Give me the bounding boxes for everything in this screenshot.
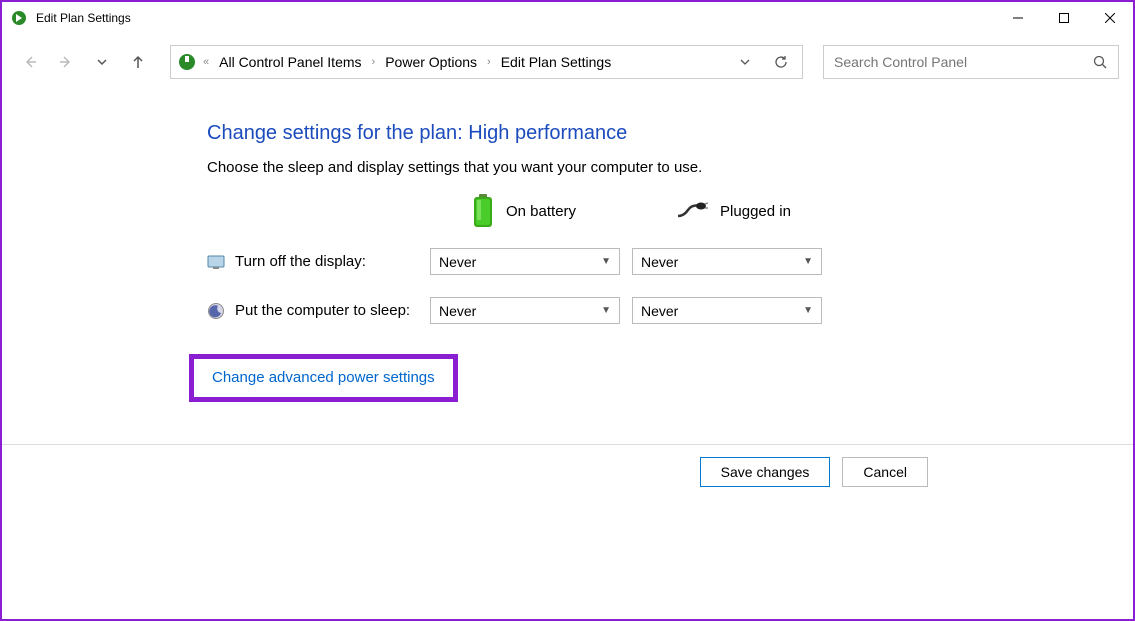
select-value: Never: [641, 303, 678, 319]
select-value: Never: [641, 254, 678, 270]
on-battery-label: On battery: [506, 203, 576, 220]
power-options-icon: [177, 52, 197, 72]
navigation-bar: « All Control Panel Items › Power Option…: [2, 34, 1133, 90]
setting-row-sleep: Put the computer to sleep: Never ▼ Never…: [207, 297, 1133, 324]
save-button[interactable]: Save changes: [700, 457, 831, 487]
search-icon[interactable]: [1093, 55, 1108, 70]
page-heading: Change settings for the plan: High perfo…: [207, 122, 1133, 145]
search-input[interactable]: [834, 54, 1093, 70]
sleep-icon: [207, 302, 225, 320]
setting-row-display: Turn off the display: Never ▼ Never ▼: [207, 248, 1133, 275]
chevron-down-icon: ▼: [601, 256, 611, 267]
highlight-box: Change advanced power settings: [189, 354, 458, 402]
window-title: Edit Plan Settings: [36, 11, 995, 25]
minimize-button[interactable]: [995, 2, 1041, 34]
page-subtext: Choose the sleep and display settings th…: [207, 159, 1133, 176]
forward-button[interactable]: [52, 48, 80, 76]
maximize-button[interactable]: [1041, 2, 1087, 34]
select-value: Never: [439, 254, 476, 270]
display-battery-select[interactable]: Never ▼: [430, 248, 620, 275]
advanced-power-settings-link[interactable]: Change advanced power settings: [212, 369, 435, 386]
chevron-right-icon[interactable]: ›: [487, 56, 491, 68]
recent-locations-button[interactable]: [88, 48, 116, 76]
display-plugged-select[interactable]: Never ▼: [632, 248, 822, 275]
chevron-right-icon[interactable]: ›: [372, 56, 376, 68]
on-battery-header: On battery: [472, 194, 576, 228]
back-button[interactable]: [16, 48, 44, 76]
chevron-down-icon: ▼: [601, 305, 611, 316]
refresh-button[interactable]: [766, 47, 796, 77]
sleep-battery-select[interactable]: Never ▼: [430, 297, 620, 324]
column-headers: On battery Plugged in: [472, 194, 1133, 228]
breadcrumb-overflow-icon[interactable]: «: [203, 56, 209, 68]
breadcrumb-item[interactable]: Edit Plan Settings: [497, 54, 616, 70]
plug-icon: [676, 202, 708, 220]
window-controls: [995, 2, 1133, 34]
footer-buttons: Save changes Cancel: [2, 444, 1133, 487]
up-button[interactable]: [124, 48, 152, 76]
advanced-link-wrap: Change advanced power settings: [207, 354, 1133, 402]
select-value: Never: [439, 303, 476, 319]
plugged-in-header: Plugged in: [676, 202, 791, 220]
chevron-down-icon: ▼: [803, 256, 813, 267]
cancel-button[interactable]: Cancel: [842, 457, 928, 487]
chevron-down-icon: ▼: [803, 305, 813, 316]
setting-label: Turn off the display:: [235, 253, 430, 270]
sleep-plugged-select[interactable]: Never ▼: [632, 297, 822, 324]
address-dropdown-button[interactable]: [730, 47, 760, 77]
titlebar: Edit Plan Settings: [2, 2, 1133, 34]
display-icon: [207, 253, 225, 271]
search-box[interactable]: [823, 45, 1119, 79]
breadcrumb-item[interactable]: Power Options: [381, 54, 481, 70]
breadcrumb-item[interactable]: All Control Panel Items: [215, 54, 365, 70]
battery-icon: [472, 194, 494, 228]
main-content: Change settings for the plan: High perfo…: [2, 90, 1133, 402]
close-button[interactable]: [1087, 2, 1133, 34]
setting-label: Put the computer to sleep:: [235, 302, 430, 319]
plugged-in-label: Plugged in: [720, 203, 791, 220]
address-bar[interactable]: « All Control Panel Items › Power Option…: [170, 45, 803, 79]
power-plan-icon: [10, 9, 28, 27]
